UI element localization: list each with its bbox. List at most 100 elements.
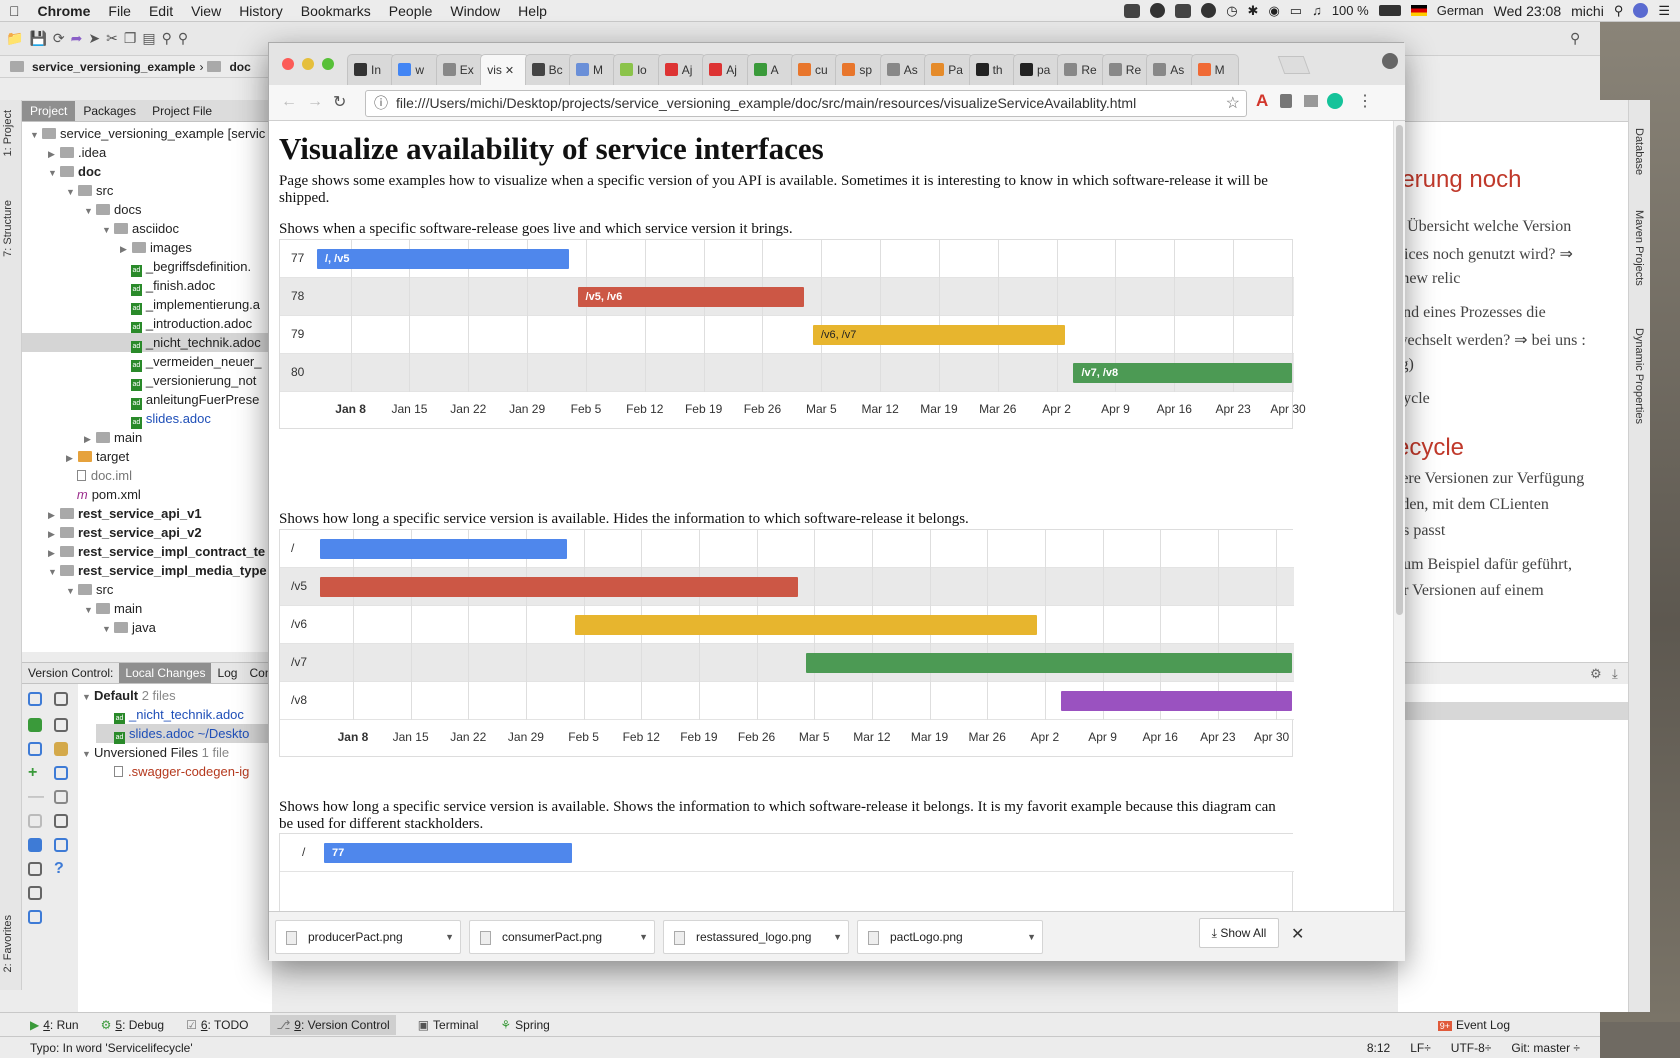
- tree-item[interactable]: ▼ main: [84, 599, 142, 618]
- scrollbar-thumb[interactable]: [1396, 125, 1403, 615]
- open-icon[interactable]: 📁: [6, 30, 23, 47]
- commit-icon[interactable]: [28, 718, 42, 732]
- download-menu-icon[interactable]: ▼: [1027, 921, 1036, 953]
- help-icon[interactable]: ?: [54, 861, 68, 877]
- expanded-arrow-icon[interactable]: ▼: [48, 164, 60, 183]
- timeline-bar[interactable]: /v5, /v6: [577, 287, 805, 307]
- spotlight-icon[interactable]: ⚲: [1614, 3, 1624, 19]
- find-icon[interactable]: ⚲: [162, 30, 172, 47]
- change-file[interactable]: ad _nicht_technik.adoc: [114, 705, 244, 725]
- update-icon[interactable]: [28, 862, 42, 876]
- forward-icon[interactable]: ➤: [88, 30, 100, 47]
- app-menu[interactable]: Chrome: [29, 3, 100, 19]
- save-icon[interactable]: 💾: [29, 30, 46, 47]
- tool-tab-todo[interactable]: ☑ 6: TODO: [186, 1018, 248, 1032]
- browser-tab[interactable]: M: [1190, 54, 1239, 85]
- group-icon[interactable]: [54, 814, 68, 828]
- expanded-arrow-icon[interactable]: ▼: [102, 221, 114, 240]
- browser-tab[interactable]: As: [879, 54, 929, 85]
- tab-structure-tool[interactable]: 7: Structure: [2, 200, 14, 257]
- tab-project-files[interactable]: Project File: [144, 101, 220, 121]
- refresh-icon[interactable]: [28, 692, 42, 706]
- tree-item[interactable]: ad slides.adoc: [120, 409, 211, 429]
- event-log-tab[interactable]: 9+ Event Log: [1437, 1018, 1510, 1032]
- sync-icon[interactable]: ⟳: [53, 30, 65, 47]
- download-item[interactable]: pactLogo.png ▼: [857, 920, 1043, 954]
- menu-bookmarks[interactable]: Bookmarks: [292, 3, 380, 19]
- box-icon[interactable]: [1124, 3, 1141, 18]
- tab-project-tool[interactable]: 1: Project: [2, 110, 14, 156]
- rollback-icon[interactable]: [28, 742, 42, 756]
- tree-item[interactable]: ▶ images: [120, 238, 192, 257]
- expanded-arrow-icon[interactable]: ▼: [66, 582, 78, 601]
- tree-item[interactable]: ▼ service_versioning_example [servic: [30, 124, 265, 143]
- tab-dynamic-properties[interactable]: Dynamic Properties: [1633, 328, 1645, 424]
- download-item[interactable]: producerPact.png ▼: [275, 920, 461, 954]
- close-tab-icon[interactable]: ✕: [502, 65, 514, 77]
- timeline-bar[interactable]: [1061, 691, 1292, 711]
- tree-item[interactable]: ▼ rest_service_impl_media_type: [48, 561, 267, 580]
- expanded-arrow-icon[interactable]: ▼: [66, 183, 78, 202]
- clock[interactable]: Wed 23:08: [1494, 3, 1561, 19]
- expanded-arrow-icon[interactable]: ▼: [84, 601, 96, 620]
- download-menu-icon[interactable]: ▼: [639, 921, 648, 953]
- breadcrumb-project[interactable]: service_versioning_example: [32, 60, 195, 74]
- browser-tab[interactable]: Pa: [924, 54, 973, 85]
- siri-icon[interactable]: [1633, 3, 1649, 18]
- back-icon[interactable]: ←: [281, 93, 297, 111]
- reload-icon[interactable]: ↻: [333, 92, 346, 112]
- tool-tab-terminal[interactable]: ▣ Terminal: [418, 1018, 479, 1032]
- forward-icon[interactable]: →: [307, 93, 323, 111]
- tool-tab-debug[interactable]: ⚙ 5: Debug: [101, 1018, 164, 1032]
- browser-tab[interactable]: Ex: [435, 54, 485, 85]
- tree-item[interactable]: ▼ asciidoc: [102, 219, 179, 238]
- tool-tab-spring[interactable]: ⚘ Spring: [500, 1018, 549, 1032]
- browser-tab[interactable]: sp: [835, 54, 884, 85]
- browser-tab[interactable]: Bc: [524, 54, 573, 85]
- replace-icon[interactable]: ⚲: [178, 30, 188, 47]
- breadcrumb-doc[interactable]: doc: [229, 60, 250, 74]
- expanded-arrow-icon[interactable]: ▼: [102, 620, 114, 639]
- minimize-window-button[interactable]: [302, 58, 314, 70]
- tab-packages[interactable]: Packages: [75, 101, 144, 121]
- timeline-bar[interactable]: /v7, /v8: [1073, 363, 1292, 383]
- cut-icon[interactable]: ✂: [106, 30, 118, 47]
- git-branch[interactable]: Git: master ÷: [1511, 1041, 1580, 1055]
- cloud-icon[interactable]: [1201, 3, 1217, 18]
- tab-log[interactable]: Log: [211, 663, 243, 683]
- menu-view[interactable]: View: [182, 3, 230, 19]
- page-scrollbar[interactable]: [1393, 121, 1405, 911]
- time-machine-icon[interactable]: ◷: [1226, 3, 1237, 19]
- tree-item[interactable]: ▶ rest_service_impl_contract_te: [48, 542, 265, 561]
- lock-icon[interactable]: [28, 886, 42, 900]
- shelve-icon[interactable]: [54, 742, 68, 756]
- tool-tab-run[interactable]: ▶ 4: Run: [30, 1018, 79, 1032]
- apple-menu-icon[interactable]: : [0, 3, 29, 19]
- new-tab-button[interactable]: [1277, 56, 1311, 74]
- tree-item[interactable]: ▶ target: [66, 447, 129, 466]
- tree-item[interactable]: ad _versionierung_not: [120, 371, 256, 391]
- close-downloads-icon[interactable]: ✕: [1291, 924, 1304, 944]
- browser-tab[interactable]: Aj: [657, 54, 707, 85]
- tab-maven[interactable]: Maven Projects: [1633, 210, 1645, 286]
- timeline-bar[interactable]: [320, 539, 568, 559]
- tab-favorites-tool[interactable]: 2: Favorites: [2, 915, 14, 972]
- browser-tab[interactable]: w: [391, 54, 440, 85]
- skype-icon[interactable]: [1150, 3, 1166, 18]
- bluetooth-icon[interactable]: ✱: [1248, 3, 1259, 19]
- line-separator[interactable]: LF÷: [1410, 1041, 1431, 1055]
- tree-item[interactable]: ad _nicht_technik.adoc: [22, 333, 272, 353]
- browser-tab[interactable]: Re: [1057, 54, 1106, 85]
- input-source[interactable]: German: [1437, 3, 1484, 18]
- download-menu-icon[interactable]: ▼: [833, 921, 842, 953]
- tool-tab-versioncontrol[interactable]: ⎇ 9: Version Control: [270, 1014, 396, 1035]
- file-encoding[interactable]: UTF-8÷: [1451, 1041, 1492, 1055]
- info-icon[interactable]: ⓘ: [374, 91, 388, 116]
- browser-tab[interactable]: vis ✕: [480, 54, 529, 85]
- tree-item[interactable]: m pom.xml: [66, 485, 141, 504]
- browser-tab[interactable]: cu: [791, 54, 840, 85]
- timeline-bar[interactable]: 77: [324, 843, 572, 863]
- volume-icon[interactable]: ♫: [1312, 3, 1322, 18]
- download-item[interactable]: consumerPact.png ▼: [469, 920, 655, 954]
- tree-item[interactable]: doc.iml: [66, 466, 132, 485]
